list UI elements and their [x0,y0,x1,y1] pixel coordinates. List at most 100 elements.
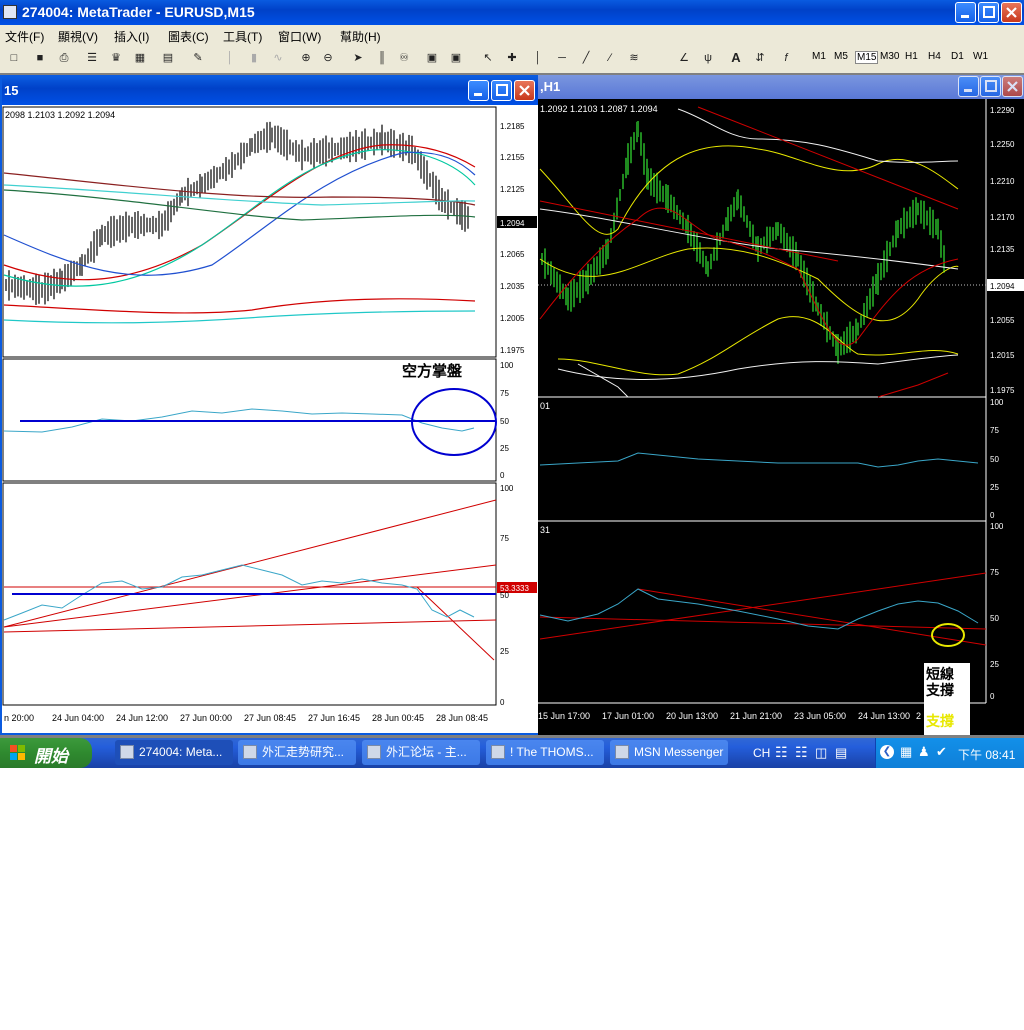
app-icon [3,5,17,19]
ime-width-icon[interactable]: ◫ [815,745,827,761]
browser-icon [367,745,381,759]
bar-chart-icon[interactable]: │ [222,50,238,66]
chart-shift-icon[interactable]: ║ [374,50,390,66]
terminal-icon[interactable]: ▦ [132,50,148,66]
chart-m15-minimize-button[interactable] [468,80,489,101]
h1-sub2-label: 31 [540,525,550,535]
task-forex-forum[interactable]: 外汇论坛 - 主... [362,740,480,765]
rsi2-tick: 25 [500,647,509,656]
msn-tray-icon[interactable]: ♟ [918,744,930,760]
autoscroll-icon[interactable]: ➤ [350,50,366,66]
zoom-out-icon[interactable]: ⊖ [320,50,336,66]
h1-time-tick: 15 Jun 17:00 [538,711,590,721]
function-icon[interactable]: f [778,50,794,66]
arrows-icon[interactable]: ⇵ [752,50,768,66]
expert-icon[interactable]: ✎ [190,50,206,66]
h1-sub1-tick: 50 [990,455,999,464]
trendline-icon[interactable]: ╱ [578,50,594,66]
task-metatrader[interactable]: 274004: Meta... [115,740,233,765]
chart-h1-maximize-button[interactable] [980,76,1001,97]
menu-tools[interactable]: 工具(T) [223,28,262,45]
candle-chart-icon[interactable]: ▮ [246,50,262,66]
chart-window-h1[interactable]: ,H1 1.2092 1.2103 1.2087 1.2094 1.2290 1… [538,75,1024,735]
menu-help[interactable]: 幫助(H) [340,28,381,45]
window-title: 274004: MetaTrader - EURUSD,M15 [22,4,255,20]
chart-m15-close-button[interactable] [514,80,535,101]
vertical-line-icon[interactable]: │ [530,50,546,66]
close-button[interactable] [1001,2,1022,23]
chart-m15-canvas[interactable]: 2098 1.2103 1.2092 1.2094 1.2185 1.2155 … [2,105,538,733]
new-file-icon[interactable]: □ [6,50,22,66]
fibonacci-icon[interactable]: ≋ [626,50,642,66]
ime-mode-icon[interactable]: ☷ [795,744,808,761]
ime-punct-icon[interactable]: ▤ [835,745,847,761]
text-tool-icon[interactable]: A [728,50,744,66]
current-price-label: 1.2094 [500,219,525,228]
task-thomson[interactable]: ! The THOMS... [486,740,604,765]
chart-window-m15-titlebar[interactable]: 15 [2,77,538,105]
chart-h1-close-button[interactable] [1002,76,1023,97]
menu-view[interactable]: 顯視(V) [58,28,98,45]
maximize-button[interactable] [978,2,999,23]
time-tick: 28 Jun 00:45 [372,713,424,723]
menu-insert[interactable]: 插入(I) [114,28,149,45]
ime-icon[interactable]: ☷ [775,744,788,761]
timeframe-m5[interactable]: M5 [834,51,848,62]
horizontal-line-icon[interactable]: ─ [554,50,570,66]
h1-price-tick: 1.1975 [990,386,1015,395]
task-forex-research[interactable]: 外汇走势研究... [238,740,356,765]
channel-icon[interactable]: ∕ [602,50,618,66]
timeframe-h1[interactable]: H1 [905,51,918,62]
timeframe-d1[interactable]: D1 [951,51,964,62]
chart-h1-canvas[interactable]: 1.2092 1.2103 1.2087 1.2094 1.2290 1.225… [538,99,1024,735]
h1-sub1-tick: 75 [990,426,999,435]
menu-file[interactable]: 文件(F) [5,28,44,45]
app-title-bar: 274004: MetaTrader - EURUSD,M15 [0,0,1024,25]
timeframe-w1[interactable]: W1 [973,51,988,62]
periods-icon[interactable]: ▣ [424,50,440,66]
market-watch-icon[interactable]: ☰ [84,50,100,66]
timeframe-m15[interactable]: M15 [855,51,879,64]
cursor-icon[interactable]: ↖ [480,50,496,66]
system-tray: ❮ ▦ ♟ ✔ 下午 08:41 [875,738,1024,768]
zoom-in-icon[interactable]: ⊕ [298,50,314,66]
task-msn-messenger[interactable]: MSN Messenger [610,740,728,765]
security-icon[interactable]: ✔ [936,744,947,760]
chart-window-h1-titlebar[interactable]: ,H1 [538,75,1024,99]
indicators-icon[interactable]: ♾ [396,50,412,66]
h1-price-tick: 1.2290 [990,106,1015,115]
annotation-faded: 支撐 [925,713,954,729]
line-chart-icon[interactable]: ∿ [270,50,286,66]
timeframe-m30[interactable]: M30 [880,51,899,62]
msn-icon [615,745,629,759]
templates-icon[interactable]: ▣ [448,50,464,66]
rsi2-tick: 0 [500,698,505,707]
chart-window-m15-title: 15 [4,83,19,98]
crosshair-icon[interactable]: ✚ [504,50,520,66]
h1-time-tick: 21 Jun 21:00 [730,711,782,721]
chart-window-m15[interactable]: 15 2098 1.2103 1.2092 1.2094 1.2185 1.21… [0,75,540,735]
print-icon[interactable]: ⎙ [56,50,72,66]
chart-m15-maximize-button[interactable] [491,80,512,101]
save-icon[interactable]: ■ [32,50,48,66]
gann-icon[interactable]: ψ [700,50,716,66]
timeframe-h4[interactable]: H4 [928,51,941,62]
language-indicator[interactable]: CH [753,746,770,760]
clock[interactable]: 下午 08:41 [958,746,1015,763]
timeframe-m1[interactable]: M1 [812,51,826,62]
menu-window[interactable]: 窗口(W) [278,28,321,45]
chart-h1-minimize-button[interactable] [958,76,979,97]
navigator-icon[interactable]: ♛ [108,50,124,66]
h1-sub1-tick: 100 [990,398,1004,407]
price-tick: 1.2005 [500,314,525,323]
minimize-button[interactable] [955,2,976,23]
tray-expand-icon[interactable]: ❮ [880,745,894,759]
start-button[interactable]: 開始 [0,738,92,768]
h1-current-price-label: 1.2094 [990,282,1015,291]
strategy-tester-icon[interactable]: ▤ [160,50,176,66]
menu-charts[interactable]: 圖表(C) [168,28,209,45]
network-icon[interactable]: ▦ [900,744,912,760]
chart-window-h1-title: ,H1 [540,79,561,94]
fan-icon[interactable]: ∠ [676,50,692,66]
h1-time-tick: 24 Jun 13:00 [858,711,910,721]
